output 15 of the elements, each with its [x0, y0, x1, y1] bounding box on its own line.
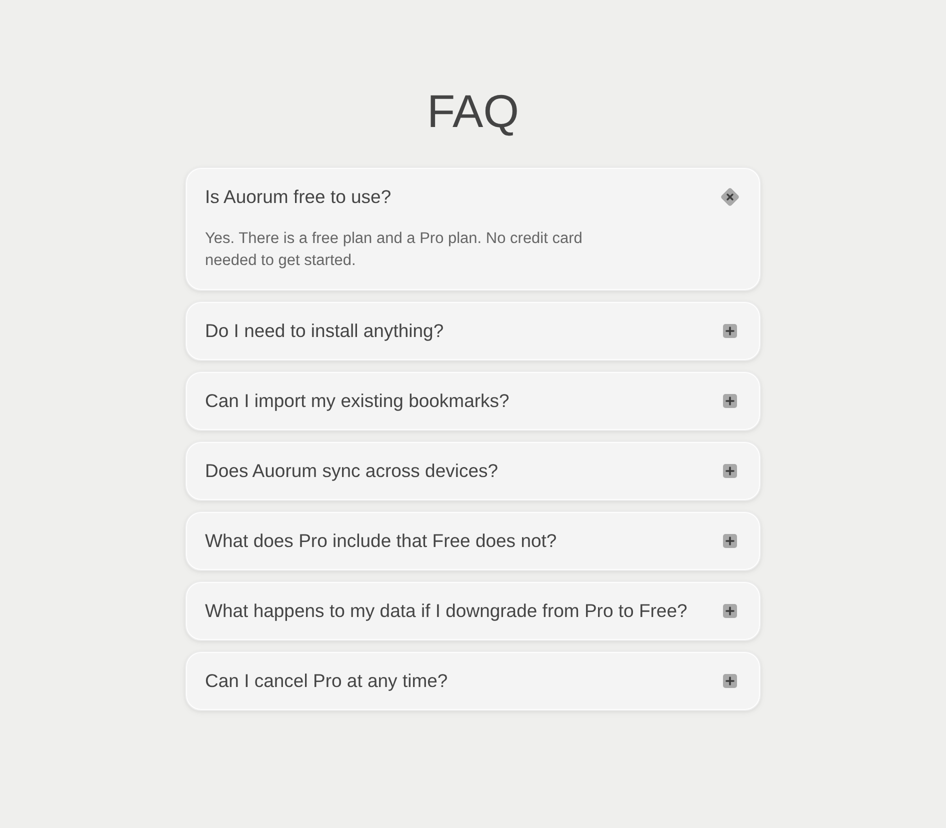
- answer-text: Yes. There is a free plan and a Pro plan. No credit card needed to get started.: [204, 229, 584, 271]
- plus-icon: [723, 324, 737, 338]
- plus-icon: [723, 394, 737, 408]
- question-button[interactable]: Do I need to install anything?: [186, 302, 760, 360]
- question-button[interactable]: Is Auorum free to use?: [186, 168, 760, 226]
- question-button[interactable]: What happens to my data if I downgrade from Pro to Free?: [186, 582, 760, 640]
- plus-icon: [723, 534, 737, 548]
- question-button[interactable]: What does Pro include that Free does not?: [186, 512, 760, 570]
- page-title: FAQ: [426, 84, 520, 139]
- plus-icon: [723, 604, 737, 618]
- plus-icon: [723, 674, 737, 688]
- question-button[interactable]: Can I import my existing bookmarks?: [186, 372, 760, 430]
- question-button[interactable]: Can I cancel Pro at any time?: [186, 652, 760, 710]
- question-button[interactable]: Does Auorum sync across devices?: [186, 442, 760, 500]
- plus-icon: [723, 464, 737, 478]
